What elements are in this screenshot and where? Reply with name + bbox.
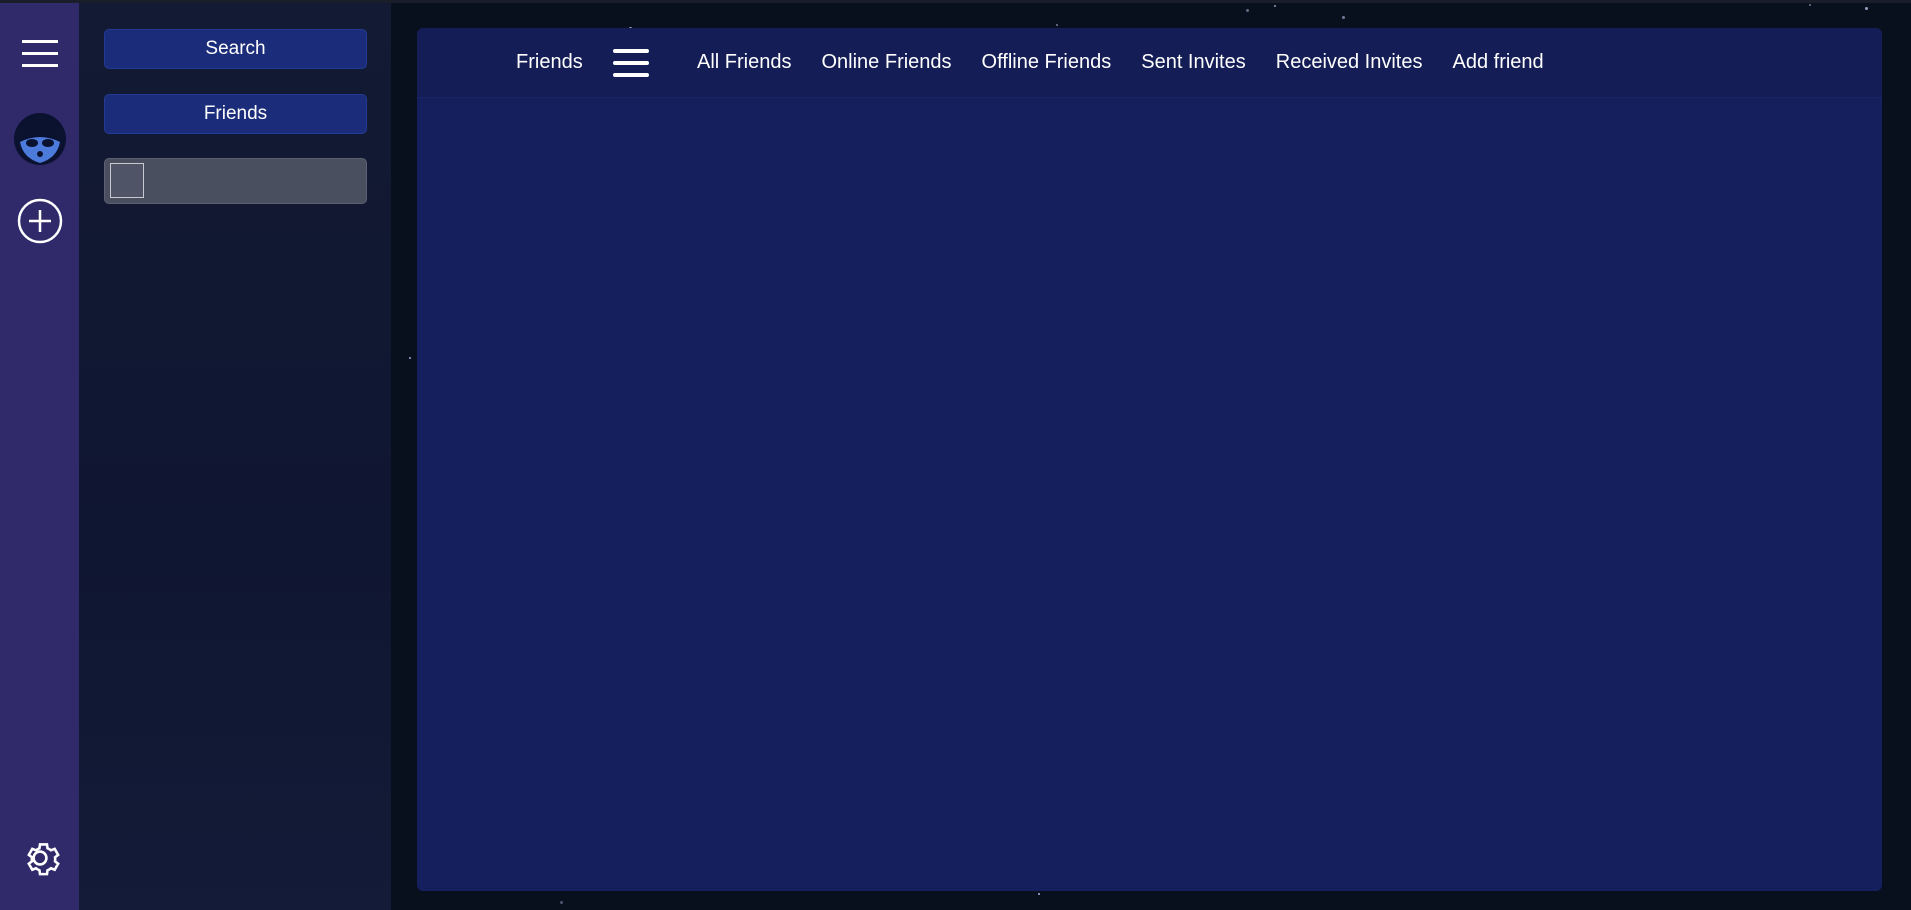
- plus-circle-icon: [17, 198, 62, 244]
- star-dot: [560, 901, 563, 904]
- search-result-thumbnail: [110, 163, 144, 198]
- tab-add-friend[interactable]: Add friend: [1453, 51, 1544, 74]
- add-server-button[interactable]: [0, 198, 79, 244]
- tab-online-friends[interactable]: Online Friends: [821, 51, 951, 74]
- star-dot: [1865, 7, 1868, 10]
- rail-menu-button[interactable]: [0, 33, 79, 75]
- app-window: Search Friends Friends All Friends Onlin…: [0, 0, 1911, 910]
- star-dot: [1056, 24, 1058, 26]
- hamburger-menu-icon[interactable]: [611, 46, 651, 80]
- tab-all-friends[interactable]: All Friends: [697, 51, 791, 74]
- settings-button[interactable]: [0, 835, 79, 881]
- main-panel: Friends All Friends Online Friends Offli…: [417, 28, 1882, 891]
- friends-sidebar: Search Friends: [79, 3, 391, 910]
- tab-offline-friends[interactable]: Offline Friends: [982, 51, 1112, 74]
- friends-content-area: [417, 98, 1882, 891]
- search-button[interactable]: Search: [104, 29, 367, 69]
- avatar-button[interactable]: [0, 111, 79, 167]
- star-dot: [1274, 5, 1276, 7]
- page-title: Friends: [516, 51, 583, 73]
- friends-header-bar: Friends All Friends Online Friends Offli…: [417, 28, 1882, 98]
- friend-search-input[interactable]: [104, 158, 367, 204]
- star-dot: [1246, 9, 1249, 12]
- friends-button[interactable]: Friends: [104, 94, 367, 134]
- star-dot: [1342, 16, 1345, 19]
- icon-rail: [0, 3, 79, 910]
- star-dot: [409, 357, 411, 359]
- gear-icon: [26, 843, 60, 876]
- raccoon-avatar-icon: [13, 113, 66, 165]
- tab-received-invites[interactable]: Received Invites: [1276, 51, 1423, 74]
- star-dot: [1809, 4, 1811, 6]
- star-dot: [1038, 893, 1040, 895]
- friends-tabs: All Friends Online Friends Offline Frien…: [697, 28, 1574, 97]
- tab-sent-invites[interactable]: Sent Invites: [1141, 51, 1246, 74]
- hamburger-menu-icon: [21, 40, 58, 67]
